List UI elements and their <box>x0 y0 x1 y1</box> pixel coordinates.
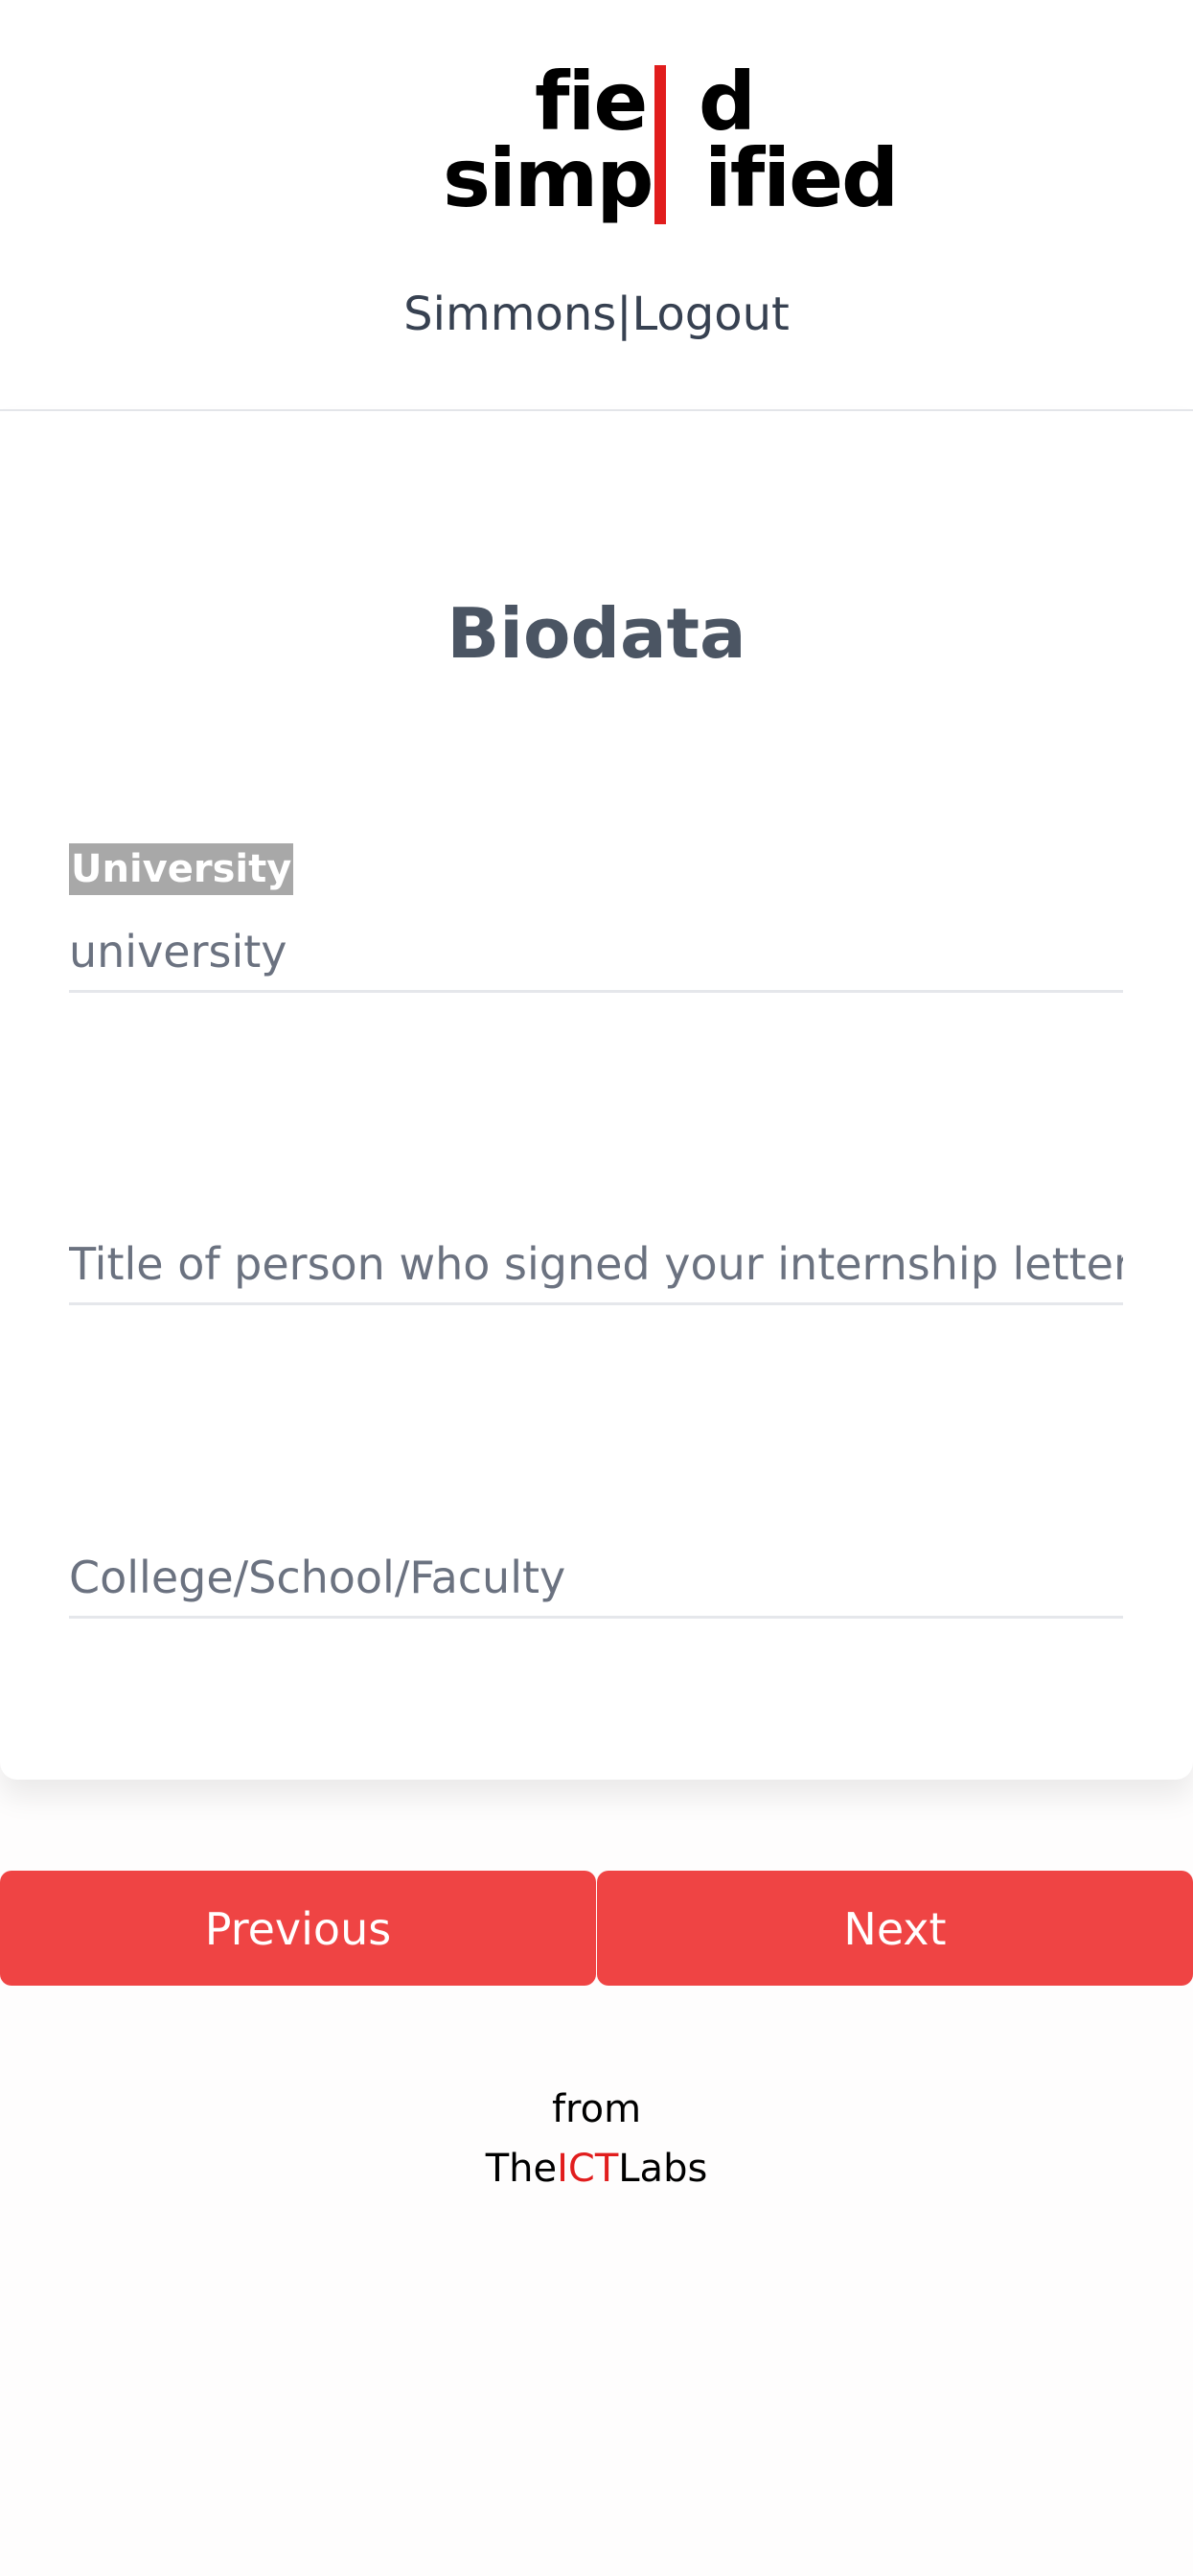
college-school-faculty-input[interactable] <box>69 1539 1123 1619</box>
signatory-title-input[interactable] <box>69 1226 1123 1305</box>
brand-accent: ICT <box>557 2147 619 2191</box>
previous-button[interactable]: Previous <box>0 1871 596 1986</box>
next-button[interactable]: Next <box>597 1871 1193 1986</box>
brand-prefix: The <box>485 2147 558 2191</box>
user-name-link[interactable]: Simmons <box>403 288 616 341</box>
university-floating-label: University <box>69 843 294 895</box>
footer-credit: from TheICTLabs <box>0 2080 1193 2198</box>
logout-link[interactable]: Logout <box>631 288 789 341</box>
biodata-form-card: Biodata University <box>0 411 1193 1780</box>
brand-suffix: Labs <box>618 2147 708 2191</box>
field-simplified-logo: fie d simp ified <box>443 55 899 234</box>
logo-line-2: simp ified <box>443 131 899 225</box>
university-input[interactable] <box>69 913 1123 993</box>
logo-line-1: fie d <box>535 55 756 149</box>
app-header: fie d simp ified Simmons|Logout <box>0 0 1193 411</box>
page-title: Biodata <box>447 593 746 674</box>
nav-separator: | <box>616 288 632 341</box>
user-nav: Simmons|Logout <box>0 288 1193 341</box>
footer-brand: TheICTLabs <box>0 2139 1193 2198</box>
logo-red-bar <box>654 65 666 224</box>
footer-from-text: from <box>551 2087 642 2131</box>
